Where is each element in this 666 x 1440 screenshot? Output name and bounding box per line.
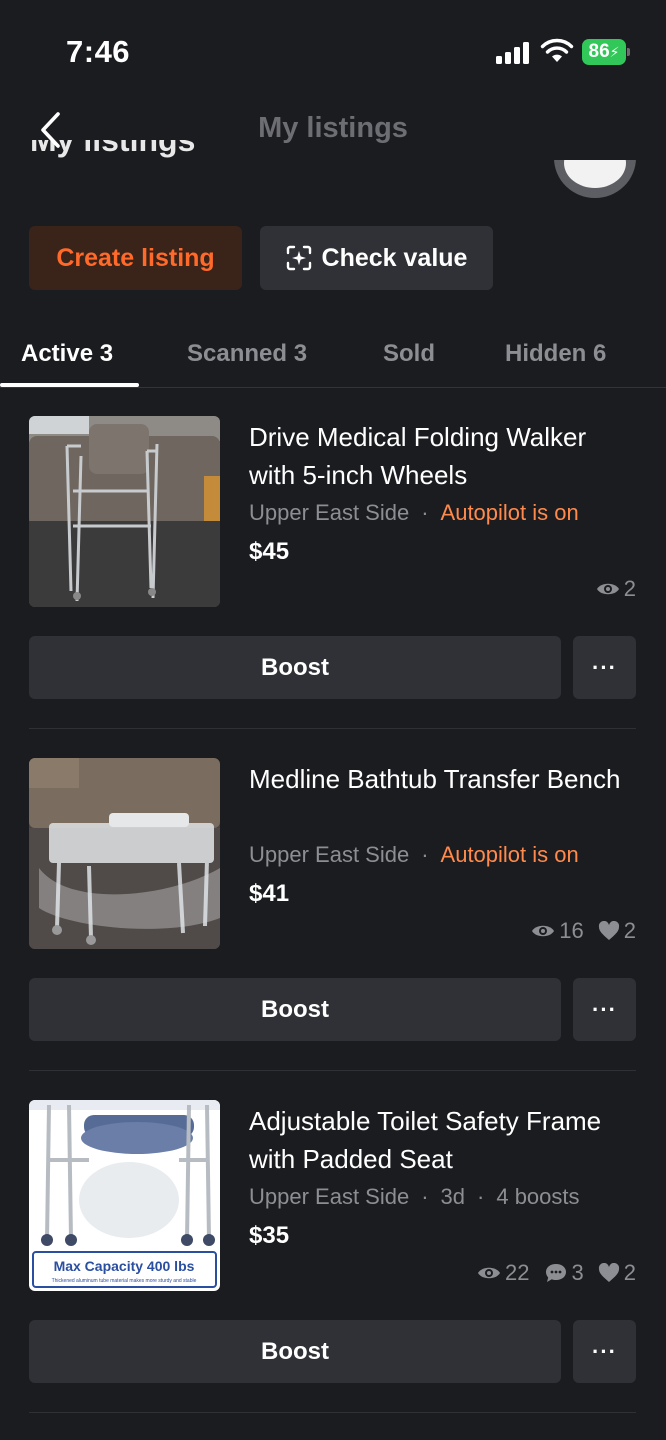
listing-item[interactable]: Max Capacity 400 lbs Thickened aluminum … [0,1100,666,1440]
tab-sold[interactable]: Sold [383,340,435,368]
listing-title[interactable]: Drive Medical Folding Walker with 5-inch… [249,418,639,494]
listing-thumbnail[interactable] [29,416,220,607]
listing-meta: Upper East Side · Autopilot is on [249,842,579,867]
heart-icon [598,921,619,940]
more-icon: ··· [592,1338,617,1364]
eye-icon [478,1267,501,1279]
wifi-icon [540,38,574,64]
battery-icon: 86 ⚡ [582,39,630,65]
views-stat: 2 [596,576,636,602]
autopilot-status: Autopilot is on [440,500,579,525]
thumb-caption: Max Capacity 400 lbs [54,1258,195,1274]
listing-item[interactable]: Medline Bathtub Transfer Bench Upper Eas… [0,758,666,1100]
views-stat: 22 [477,1260,530,1286]
boost-button[interactable]: Boost [29,978,561,1041]
check-value-button[interactable]: Check value [260,226,493,290]
page-title-text: My listings [30,140,196,158]
listing-title[interactable]: Adjustable Toilet Safety Frame with Padd… [249,1102,639,1178]
likes-stat: 2 [598,1260,636,1286]
tab-scanned[interactable]: Scanned 3 [187,340,307,368]
eye-icon [532,925,555,937]
likes-count: 2 [623,918,636,943]
more-icon: ··· [592,654,617,680]
page-title-scrolled: My listings [30,140,230,174]
status-bar: 7:46 86 ⚡ [0,0,666,100]
listing-location: Upper East Side [249,500,410,525]
listing-stats: 22 3 2 [477,1260,636,1286]
views-count: 16 [559,918,584,943]
more-options-button[interactable]: ··· [573,1320,636,1383]
listing-location: Upper East Side [249,1184,410,1209]
listing-meta: Upper East Side · 3d · 4 boosts [249,1184,580,1209]
more-options-button[interactable]: ··· [573,636,636,699]
listing-title[interactable]: Medline Bathtub Transfer Bench [249,760,639,798]
boost-button[interactable]: Boost [29,636,561,699]
sparkle-scan-icon [286,245,311,271]
more-options-button[interactable]: ··· [573,978,636,1041]
listing-price: $41 [249,880,290,907]
listing-divider [29,1070,636,1071]
listing-thumbnail[interactable] [29,758,220,949]
status-time: 7:46 [66,34,131,69]
boost-button[interactable]: Boost [29,1320,561,1383]
heart-icon [598,1263,619,1282]
boost-count: 4 boosts [496,1184,580,1209]
tab-active[interactable]: Active 3 [21,340,113,368]
listing-stats: 16 2 [531,918,636,944]
eye-icon [596,583,619,595]
likes-stat: 2 [598,918,636,944]
listing-divider [29,728,636,729]
listing-price: $35 [249,1222,290,1249]
avatar[interactable] [554,118,636,198]
listing-thumbnail[interactable]: Max Capacity 400 lbs Thickened aluminum … [29,1100,220,1291]
views-count: 22 [505,1260,530,1285]
views-count: 2 [623,576,636,601]
listing-price: $45 [249,538,290,565]
listing-age: 3d [440,1184,466,1209]
listing-tabs: Active 3 Scanned 3 Sold Hidden 6 [0,322,666,388]
autopilot-status: Autopilot is on [440,842,579,867]
create-listing-button[interactable]: Create listing [29,226,242,290]
tab-hidden[interactable]: Hidden 6 [505,340,606,368]
chat-bubble-icon [545,1264,566,1282]
messages-stat: 3 [544,1260,584,1286]
listing-stats: 2 [596,576,636,602]
check-value-label: Check value [321,243,468,272]
thumb-subcaption: Thickened aluminum tube material makes m… [52,1278,197,1284]
active-tab-indicator [0,383,139,387]
views-stat: 16 [531,918,584,944]
battery-level: 86 [588,41,610,62]
cellular-signal-icon [496,42,532,64]
listing-location: Upper East Side [249,842,410,867]
listing-item[interactable]: Drive Medical Folding Walker with 5-inch… [0,416,666,758]
more-icon: ··· [592,996,617,1022]
listing-divider [29,1412,636,1413]
messages-count: 3 [571,1260,584,1285]
likes-count: 2 [623,1260,636,1285]
listing-actions: Create listing Check value [29,226,493,290]
listing-meta: Upper East Side · Autopilot is on [249,500,579,525]
